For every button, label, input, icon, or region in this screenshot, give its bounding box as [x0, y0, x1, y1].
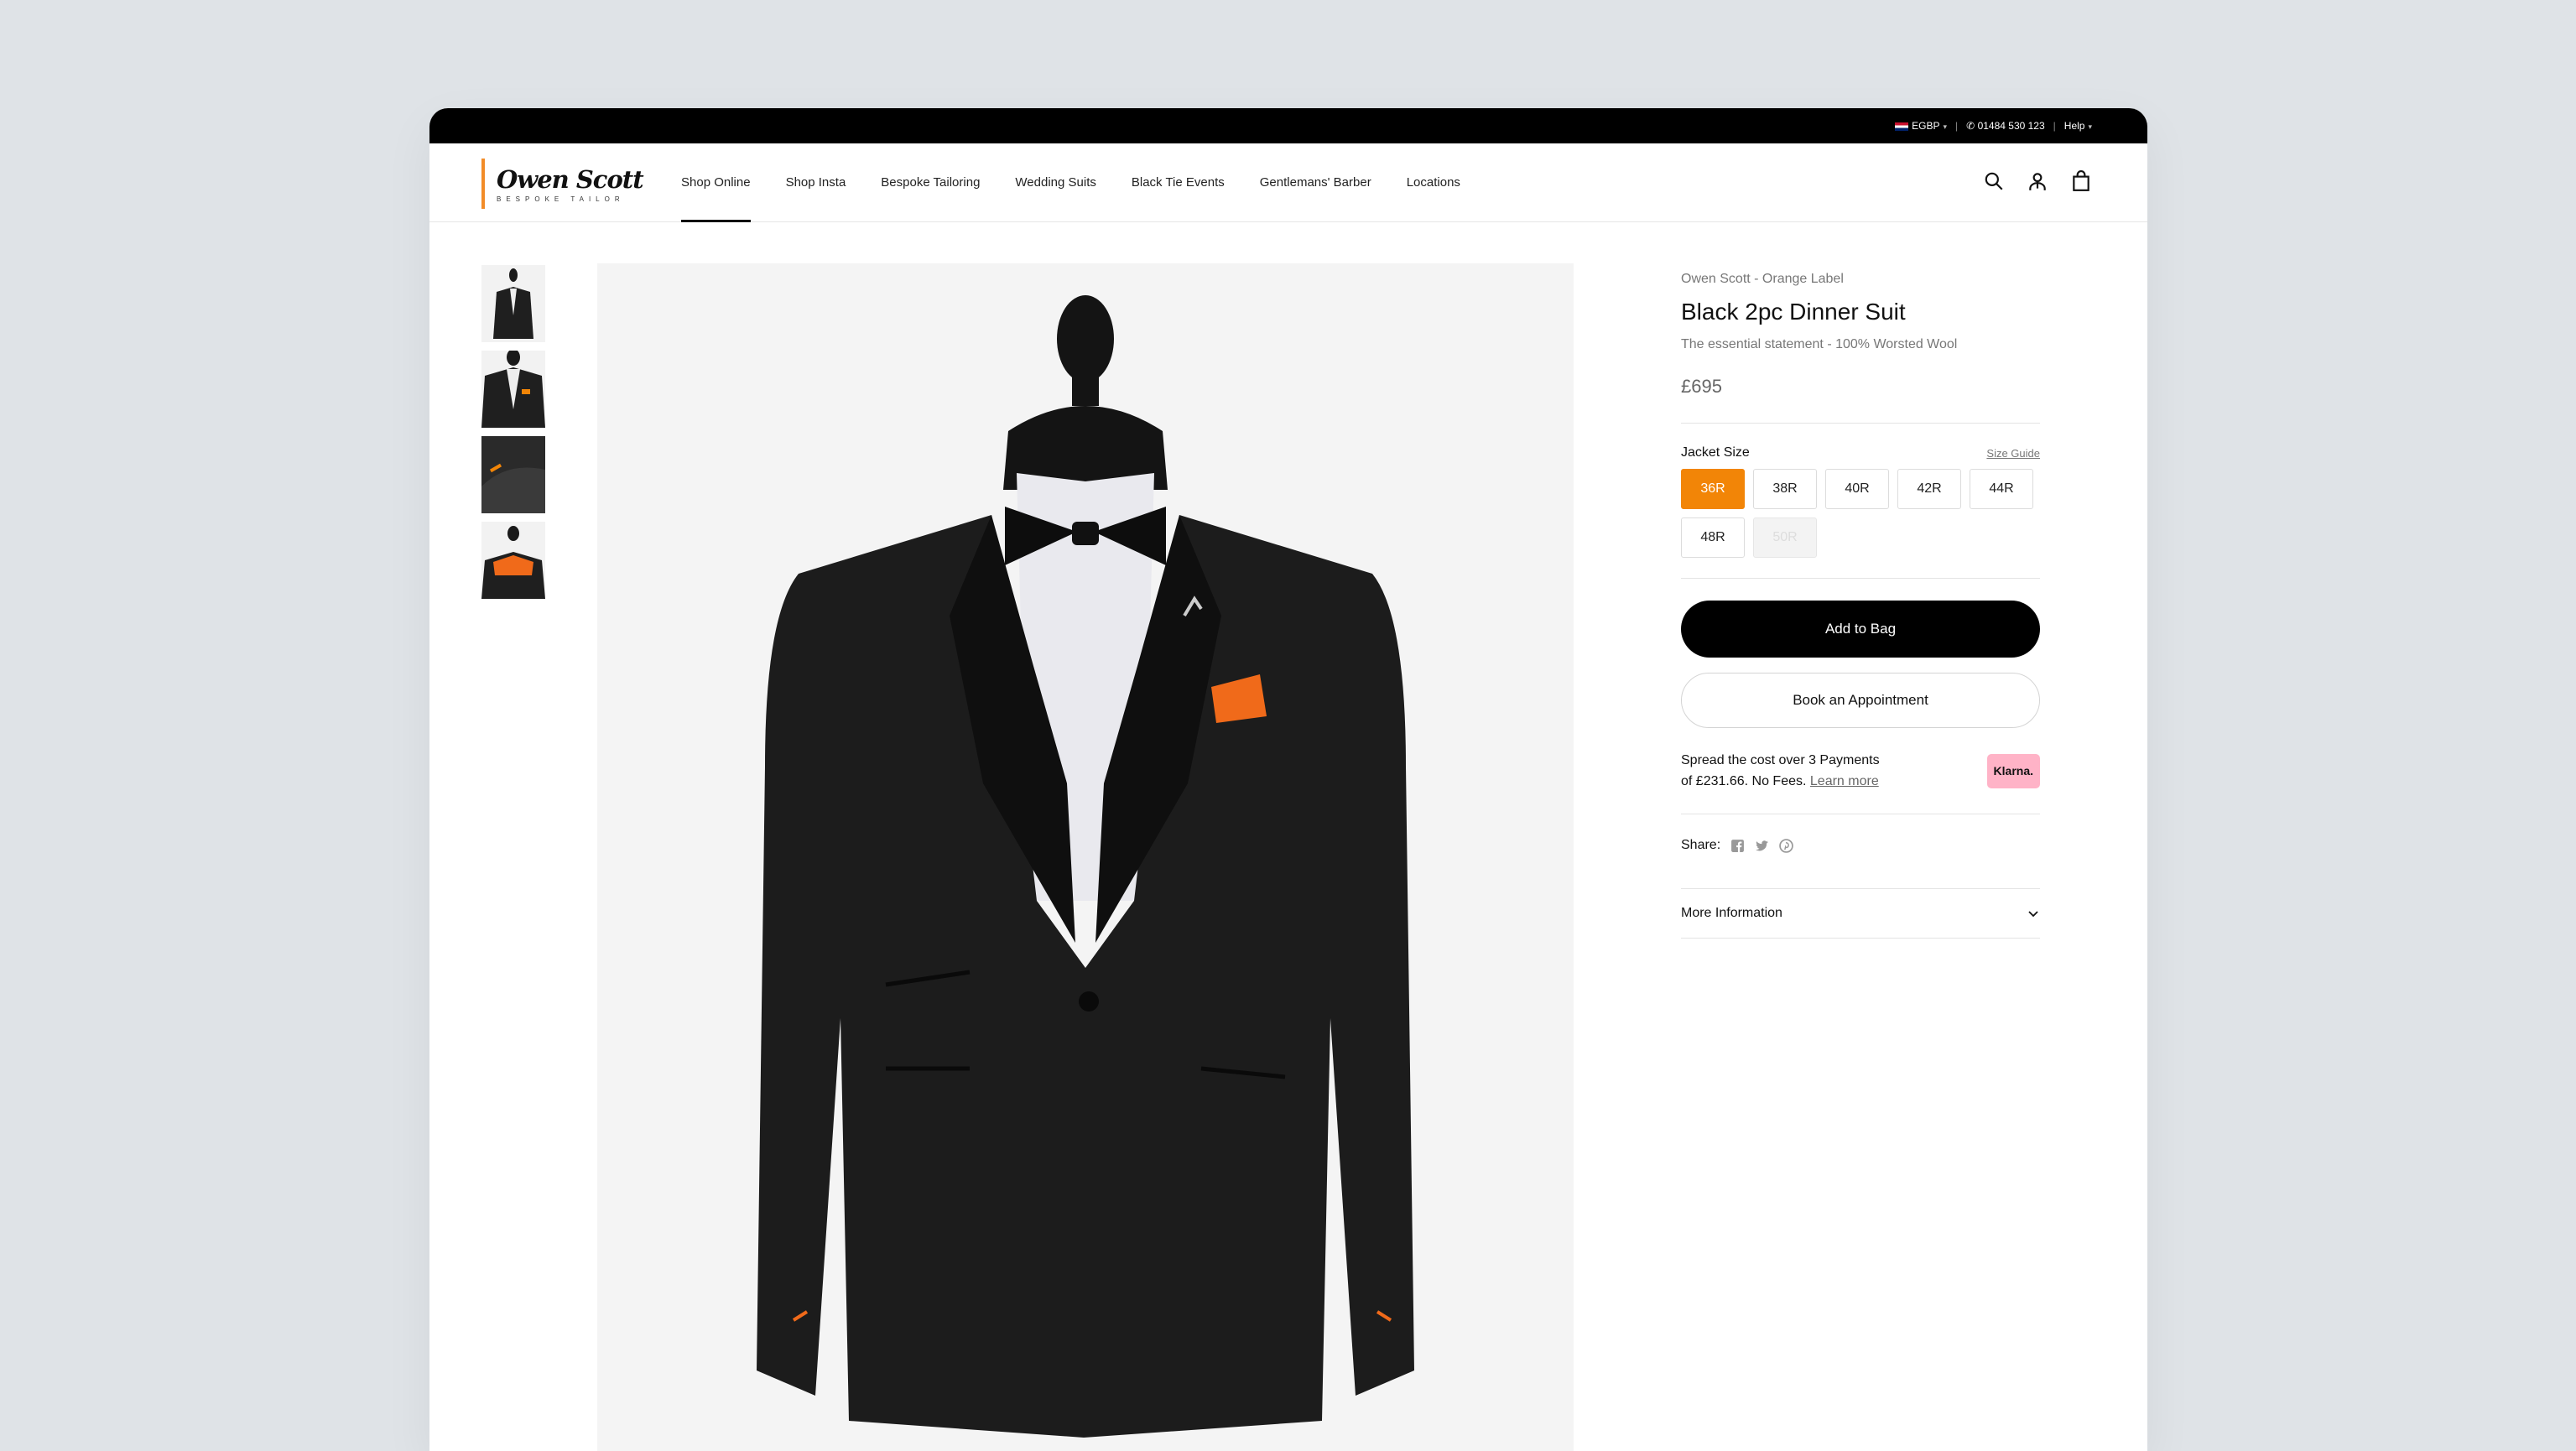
thumbnail-closeup[interactable]	[481, 351, 545, 428]
more-information-accordion[interactable]: More Information	[1681, 888, 2040, 939]
utility-bar: EGBP ▾ | ✆ 01484 530 123 | Help ▾	[429, 108, 2147, 143]
nav-black-tie-events[interactable]: Black Tie Events	[1132, 143, 1225, 221]
site-logo[interactable]: Owen Scott BESPOKE TAILOR	[481, 158, 644, 210]
main-nav: Shop Online Shop Insta Bespoke Tailoring…	[681, 143, 1460, 222]
phone-link[interactable]: ✆ 01484 530 123	[1966, 120, 2045, 132]
browser-window: EGBP ▾ | ✆ 01484 530 123 | Help ▾ Owen Sco…	[429, 108, 2147, 1451]
klarna-logo: Klarna.	[1986, 753, 2040, 788]
search-icon[interactable]	[1983, 170, 2005, 192]
size-option-36r[interactable]: 36R	[1681, 469, 1745, 509]
suit-thumbnail-image	[481, 436, 545, 513]
thumbnail-fabric[interactable]	[481, 436, 545, 513]
size-option-42r[interactable]: 42R	[1897, 469, 1961, 509]
twitter-icon[interactable]	[1755, 839, 1769, 853]
divider	[1681, 423, 2040, 424]
size-option-44r[interactable]: 44R	[1970, 469, 2033, 509]
share-label: Share:	[1681, 838, 1721, 852]
chevron-down-icon: ▾	[1943, 122, 1948, 131]
divider: |	[1955, 120, 1959, 132]
bag-icon[interactable]	[2070, 170, 2092, 192]
suit-image	[597, 263, 1574, 1451]
suit-thumbnail-image	[481, 351, 545, 428]
site-header: Owen Scott BESPOKE TAILOR Shop Online Sh…	[429, 143, 2147, 222]
nav-bespoke-tailoring[interactable]: Bespoke Tailoring	[881, 143, 980, 221]
divider: |	[2053, 120, 2056, 132]
account-icon[interactable]	[2027, 170, 2048, 192]
nav-gentlemans-barber[interactable]: Gentlemans' Barber	[1260, 143, 1371, 221]
thumbnail-back[interactable]	[481, 522, 545, 599]
learn-more-link[interactable]: Learn more	[1810, 774, 1879, 788]
nav-locations[interactable]: Locations	[1407, 143, 1460, 221]
nav-wedding-suits[interactable]: Wedding Suits	[1015, 143, 1095, 221]
logo-subtitle: BESPOKE TAILOR	[497, 195, 625, 203]
divider	[1681, 578, 2040, 579]
size-option-40r[interactable]: 40R	[1825, 469, 1889, 509]
size-header: Jacket Size Size Guide	[1681, 445, 2040, 460]
thumbnail-front[interactable]	[481, 265, 545, 342]
thumbnail-gallery	[481, 265, 545, 599]
product-main-image[interactable]	[597, 263, 1574, 1451]
size-option-38r[interactable]: 38R	[1753, 469, 1817, 509]
size-label: Jacket Size	[1681, 445, 1750, 460]
chevron-down-icon: ▾	[2088, 122, 2092, 131]
size-option-50r: 50R	[1753, 517, 1817, 558]
chevron-down-icon	[2028, 911, 2038, 918]
nav-shop-insta[interactable]: Shop Insta	[786, 143, 846, 221]
header-actions	[1983, 170, 2092, 192]
uk-flag-icon	[1895, 122, 1909, 131]
product-tagline: The essential statement - 100% Worsted W…	[1681, 337, 1958, 351]
add-to-bag-button[interactable]: Add to Bag	[1681, 601, 2040, 658]
klarna-info: Spread the cost over 3 Payments of £231.…	[1681, 750, 2040, 792]
product-title: Black 2pc Dinner Suit	[1681, 299, 1906, 325]
product-details: Owen Scott - Orange Label Black 2pc Dinn…	[1681, 263, 2040, 939]
suit-thumbnail-image	[481, 522, 545, 599]
logo-accent-bar	[481, 159, 485, 209]
facebook-icon[interactable]	[1730, 839, 1745, 853]
size-option-48r[interactable]: 48R	[1681, 517, 1745, 558]
suit-thumbnail-image	[481, 265, 545, 342]
phone-icon: ✆	[1966, 120, 1975, 132]
share-row: Share:	[1681, 838, 2040, 853]
book-appointment-button[interactable]: Book an Appointment	[1681, 673, 2040, 728]
more-information-label: More Information	[1681, 906, 1782, 920]
size-guide-link[interactable]: Size Guide	[1986, 447, 2040, 460]
nav-shop-online[interactable]: Shop Online	[681, 143, 751, 222]
pinterest-icon[interactable]	[1779, 838, 1793, 853]
klarna-text: Spread the cost over 3 Payments of £231.…	[1681, 753, 1880, 788]
logo-name: Owen Scott	[497, 164, 644, 194]
currency-selector[interactable]: EGBP ▾	[1895, 120, 1947, 132]
help-menu[interactable]: Help ▾	[2064, 120, 2092, 132]
size-options: 36R 38R 40R 42R 44R 48R 50R	[1681, 469, 2050, 558]
product-price: £695	[1681, 376, 1722, 397]
product-brand[interactable]: Owen Scott - Orange Label	[1681, 272, 2040, 287]
